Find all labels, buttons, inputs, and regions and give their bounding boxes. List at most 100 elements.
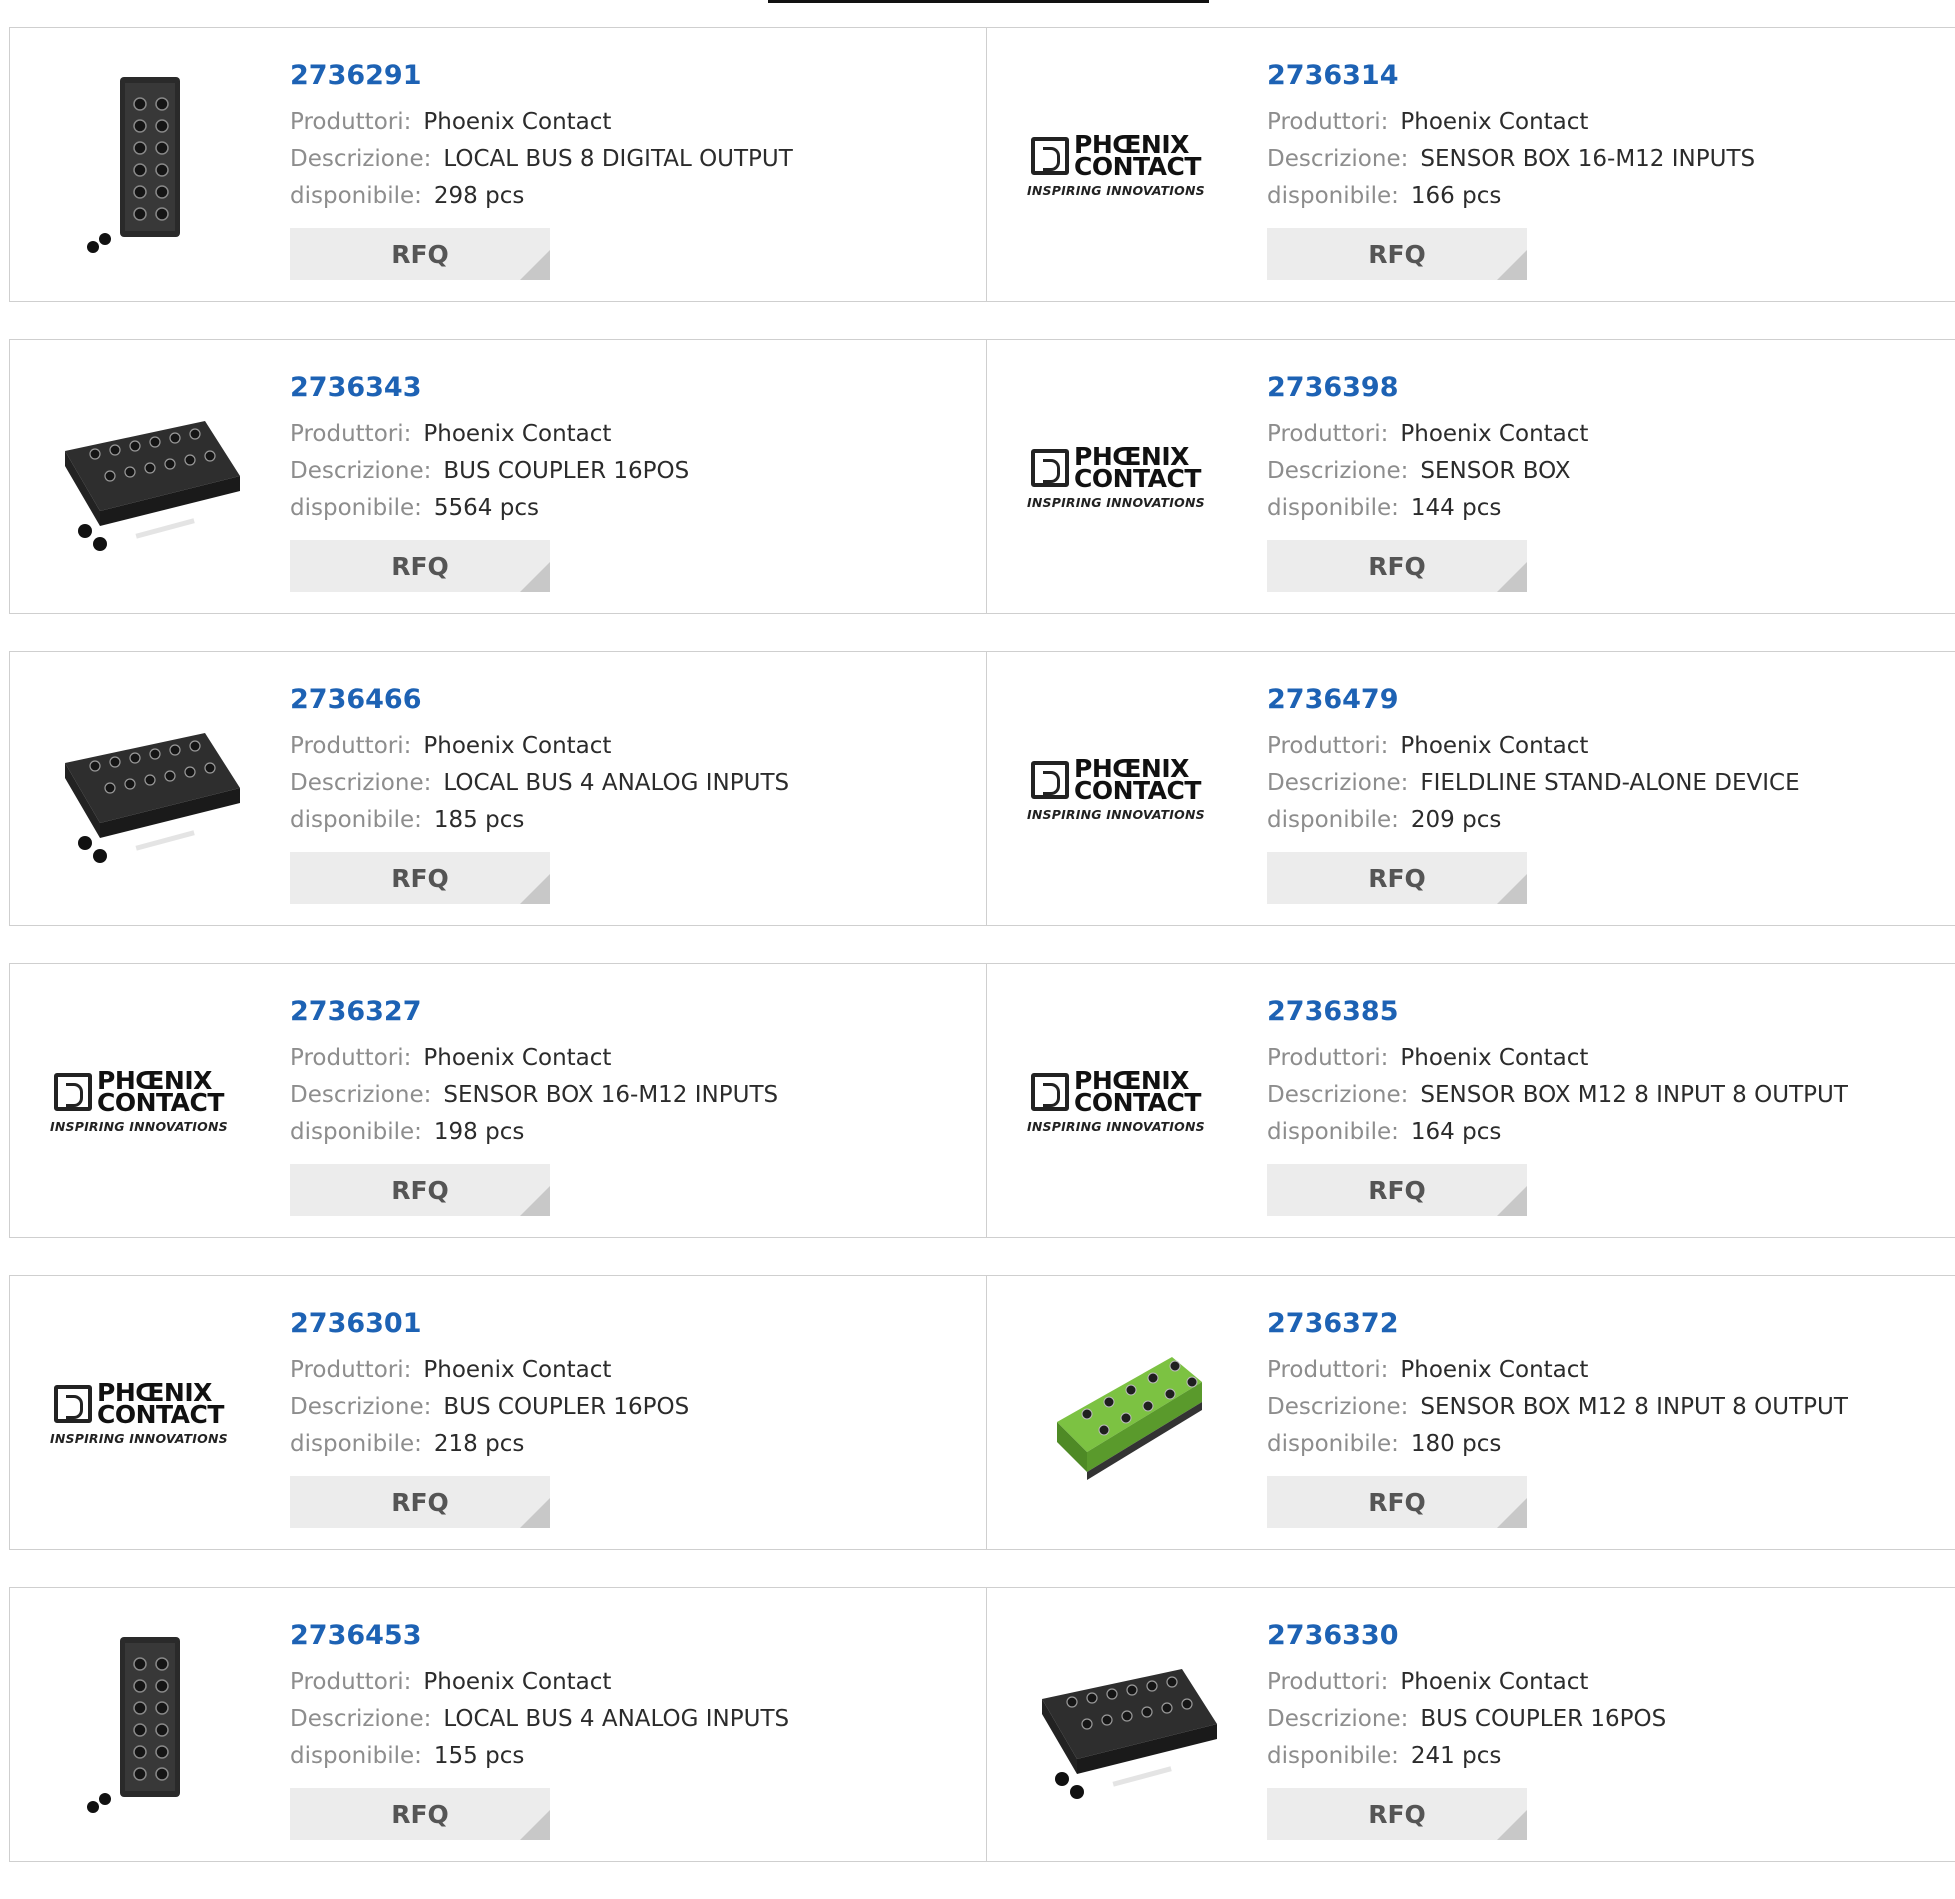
availability-line: disponibile: 166 pcs [1267, 178, 1755, 215]
part-number-link[interactable]: 2736479 [1267, 682, 1800, 718]
part-number-link[interactable]: 2736385 [1267, 994, 1848, 1030]
manufacturer-value: Phoenix Contact [1400, 421, 1589, 447]
logo-line2: CONTACT [97, 1088, 224, 1117]
manufacturer-value: Phoenix Contact [1400, 1357, 1589, 1383]
description-value: SENSOR BOX 16-M12 INPUTS [1420, 146, 1756, 172]
availability-label: disponibile: [1267, 1431, 1399, 1457]
rfq-button[interactable]: RFQ [290, 1164, 550, 1216]
product-thumbnail [50, 66, 250, 266]
product-thumbnail: PHŒNIX CONTACT INSPIRING INNOVATIONS [1027, 690, 1227, 890]
product-image[interactable] [1032, 1322, 1222, 1506]
part-number-link[interactable]: 2736314 [1267, 58, 1755, 94]
corner-triangle-icon [1497, 1498, 1527, 1528]
product-card: PHŒNIX CONTACT INSPIRING INNOVATIONS 273632… [9, 963, 987, 1238]
description-line: Descrizione: BUS COUPLER 16POS [290, 453, 689, 490]
description-line: Descrizione: SENSOR BOX [1267, 453, 1588, 490]
rfq-button[interactable]: RFQ [1267, 228, 1527, 280]
rfq-button[interactable]: RFQ [290, 1476, 550, 1528]
rfq-label: RFQ [391, 239, 449, 269]
availability-line: disponibile: 198 pcs [290, 1114, 778, 1151]
availability-value: 241 pcs [1410, 1743, 1502, 1769]
corner-triangle-icon [520, 874, 550, 904]
availability-value: 155 pcs [433, 1743, 525, 1769]
availability-label: disponibile: [1267, 1743, 1399, 1769]
availability-line: disponibile: 180 pcs [1267, 1426, 1848, 1463]
part-number-link[interactable]: 2736343 [290, 370, 689, 406]
part-number-link[interactable]: 2736291 [290, 58, 793, 94]
rfq-button[interactable]: RFQ [1267, 1164, 1527, 1216]
rfq-label: RFQ [391, 863, 449, 893]
product-grid: 2736291 Produttori: Phoenix Contact Descriz… [9, 27, 1955, 1899]
product-thumbnail [50, 690, 250, 890]
logo-tagline: INSPIRING INNOVATIONS [50, 1431, 228, 1446]
availability-label: disponibile: [290, 1743, 422, 1769]
part-number-link[interactable]: 2736466 [290, 682, 789, 718]
rfq-label: RFQ [1368, 1487, 1426, 1517]
corner-triangle-icon [1497, 562, 1527, 592]
availability-label: disponibile: [290, 183, 422, 209]
corner-triangle-icon [1497, 1810, 1527, 1840]
availability-line: disponibile: 155 pcs [290, 1738, 789, 1775]
manufacturer-line: Produttori: Phoenix Contact [1267, 104, 1755, 141]
product-card: PHŒNIX CONTACT INSPIRING INNOVATIONS 273630… [9, 1275, 987, 1550]
description-value: SENSOR BOX [1420, 458, 1571, 484]
product-image[interactable] [55, 708, 245, 872]
manufacturer-label: Produttori: [290, 109, 412, 135]
manufacturer-line: Produttori: Phoenix Contact [290, 728, 789, 765]
availability-line: disponibile: 164 pcs [1267, 1114, 1848, 1151]
product-info: 2736385 Produttori: Phoenix Contact Descriz… [1267, 994, 1848, 1216]
phoenix-contact-logo: PHŒNIX CONTACT INSPIRING INNOVATIONS [1027, 132, 1227, 198]
rfq-button[interactable]: RFQ [290, 540, 550, 592]
availability-value: 164 pcs [1410, 1119, 1502, 1145]
description-value: SENSOR BOX M12 8 INPUT 8 OUTPUT [1420, 1082, 1848, 1108]
rfq-button[interactable]: RFQ [1267, 540, 1527, 592]
rfq-button[interactable]: RFQ [290, 852, 550, 904]
corner-triangle-icon [520, 1186, 550, 1216]
manufacturer-line: Produttori: Phoenix Contact [290, 416, 689, 453]
description-label: Descrizione: [290, 458, 432, 484]
product-thumbnail [50, 1626, 250, 1826]
product-image[interactable] [55, 396, 245, 560]
manufacturer-label: Produttori: [1267, 733, 1389, 759]
product-image[interactable] [65, 69, 235, 263]
rfq-button[interactable]: RFQ [290, 228, 550, 280]
part-number-link[interactable]: 2736453 [290, 1618, 789, 1654]
description-line: Descrizione: LOCAL BUS 4 ANALOG INPUTS [290, 765, 789, 802]
corner-triangle-icon [1497, 250, 1527, 280]
product-info: 2736291 Produttori: Phoenix Contact Descriz… [290, 58, 793, 280]
description-label: Descrizione: [1267, 770, 1409, 796]
product-image[interactable] [65, 1629, 235, 1823]
rfq-button[interactable]: RFQ [1267, 1788, 1527, 1840]
availability-value: 198 pcs [433, 1119, 525, 1145]
availability-value: 144 pcs [1410, 495, 1502, 521]
part-number-link[interactable]: 2736327 [290, 994, 778, 1030]
rfq-button[interactable]: RFQ [1267, 1476, 1527, 1528]
product-thumbnail: PHŒNIX CONTACT INSPIRING INNOVATIONS [50, 1314, 250, 1514]
part-number-link[interactable]: 2736398 [1267, 370, 1588, 406]
part-number-link[interactable]: 2736301 [290, 1306, 689, 1342]
availability-line: disponibile: 209 pcs [1267, 802, 1800, 839]
part-number-link[interactable]: 2736372 [1267, 1306, 1848, 1342]
product-row: PHŒNIX CONTACT INSPIRING INNOVATIONS 273632… [9, 963, 1955, 1238]
corner-triangle-icon [520, 1498, 550, 1528]
description-value: LOCAL BUS 4 ANALOG INPUTS [443, 1706, 790, 1732]
product-row: 2736453 Produttori: Phoenix Contact Descriz… [9, 1587, 1955, 1862]
manufacturer-line: Produttori: Phoenix Contact [290, 1352, 689, 1389]
description-value: LOCAL BUS 8 DIGITAL OUTPUT [443, 146, 793, 172]
product-info: 2736398 Produttori: Phoenix Contact Descriz… [1267, 370, 1588, 592]
description-label: Descrizione: [290, 770, 432, 796]
rfq-button[interactable]: RFQ [290, 1788, 550, 1840]
description-label: Descrizione: [290, 1394, 432, 1420]
manufacturer-label: Produttori: [290, 421, 412, 447]
product-image[interactable] [1032, 1644, 1222, 1808]
description-label: Descrizione: [1267, 1394, 1409, 1420]
product-row: 2736343 Produttori: Phoenix Contact Descriz… [9, 339, 1955, 614]
logo-mark-icon [54, 1385, 92, 1423]
manufacturer-value: Phoenix Contact [423, 1669, 612, 1695]
description-label: Descrizione: [1267, 1082, 1409, 1108]
availability-label: disponibile: [1267, 183, 1399, 209]
rfq-button[interactable]: RFQ [1267, 852, 1527, 904]
availability-line: disponibile: 5564 pcs [290, 490, 689, 527]
logo-line2: CONTACT [97, 1400, 224, 1429]
part-number-link[interactable]: 2736330 [1267, 1618, 1666, 1654]
